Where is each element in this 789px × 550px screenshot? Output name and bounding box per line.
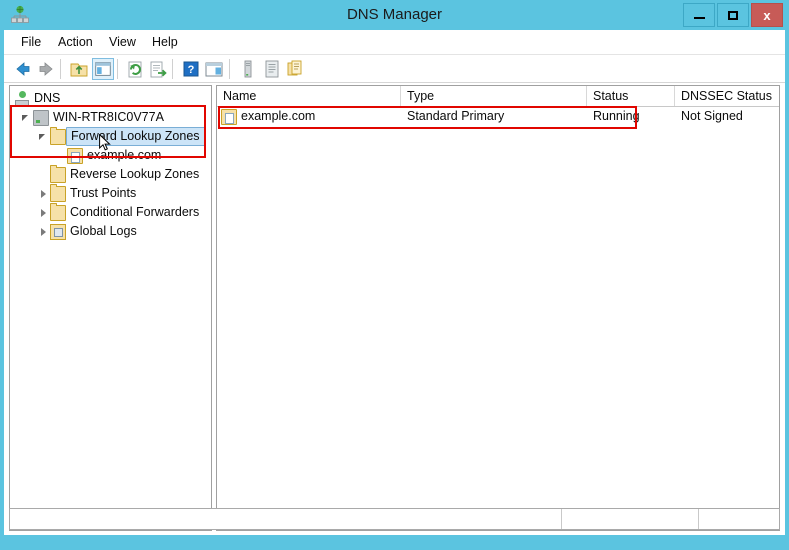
tree-node-reverse-lookup-zones[interactable]: Reverse Lookup Zones (50, 164, 200, 184)
menu-view[interactable]: View (100, 30, 145, 55)
cell-dnssec-status: Not Signed (681, 109, 743, 123)
details-list-pane[interactable]: Name Type Status DNSSEC Status example.c… (216, 85, 780, 531)
tree-node-label: Reverse Lookup Zones (70, 167, 200, 181)
column-header-name[interactable]: Name (217, 86, 401, 106)
status-bar (9, 508, 780, 530)
global-logs-icon (50, 223, 66, 240)
close-button[interactable]: x (751, 3, 783, 27)
tool-bar: ? (4, 55, 785, 83)
window-controls: x (681, 3, 783, 27)
up-folder-icon[interactable] (68, 58, 90, 80)
menu-action[interactable]: Action (49, 30, 102, 55)
export-list-icon[interactable] (147, 58, 169, 80)
title-bar: DNS Manager x (0, 0, 789, 30)
folder-icon (50, 183, 66, 202)
menu-file[interactable]: File (12, 30, 50, 55)
toolbar-separator (117, 59, 118, 79)
console-tree-pane[interactable]: DNS WIN-RTR8IC0V77A Forward Lookup Zones… (9, 85, 212, 531)
column-header-status[interactable]: Status (587, 86, 675, 106)
folder-icon (50, 202, 66, 221)
table-row[interactable]: example.com Standard Primary Running Not… (217, 106, 779, 127)
tree-node-label: WIN-RTR8IC0V77A (53, 110, 164, 124)
menu-help[interactable]: Help (143, 30, 187, 55)
back-icon[interactable] (12, 58, 34, 80)
status-pane-2 (561, 509, 698, 529)
show-hide-console-tree-icon[interactable] (92, 58, 114, 80)
maximize-icon (728, 10, 738, 20)
menu-bar: File Action View Help (4, 30, 785, 55)
tree-node-label: Trust Points (70, 186, 137, 200)
cell-type: Standard Primary (407, 109, 505, 123)
refresh-icon[interactable] (124, 58, 146, 80)
column-header-dnssec-status[interactable]: DNSSEC Status (675, 86, 779, 106)
column-header-type[interactable]: Type (401, 86, 587, 106)
tree-node-label: Forward Lookup Zones (66, 127, 205, 146)
window-title: DNS Manager (346, 6, 443, 23)
minimize-icon (693, 17, 705, 19)
server-icon (33, 109, 49, 126)
tree-node-label: Global Logs (70, 224, 137, 238)
tree-node-conditional-forwarders[interactable]: Conditional Forwarders (37, 202, 200, 222)
tree-node-forward-lookup-zones[interactable]: Forward Lookup Zones (37, 126, 205, 146)
tree-node-trust-points[interactable]: Trust Points (37, 183, 137, 203)
new-server-icon[interactable] (237, 58, 259, 80)
minimize-button[interactable] (683, 3, 715, 27)
dns-root-icon (14, 90, 30, 107)
forward-icon[interactable] (35, 58, 57, 80)
tree-node-server[interactable]: WIN-RTR8IC0V77A (20, 108, 164, 127)
dns-manager-window: DNS Manager x File Action View Help ? DN… (0, 0, 789, 550)
tree-node-label: Conditional Forwarders (70, 205, 200, 219)
tree-node-example-com[interactable]: example.com (67, 146, 161, 165)
client-area: File Action View Help ? DNS WIN-RTR8IC0V… (4, 30, 785, 535)
svg-text:?: ? (188, 64, 195, 76)
copy-icon[interactable] (284, 58, 306, 80)
toolbar-separator (172, 59, 173, 79)
maximize-button[interactable] (717, 3, 749, 27)
chevron-right-icon[interactable] (37, 225, 50, 238)
chevron-down-icon[interactable] (37, 130, 50, 143)
toolbar-separator (60, 59, 61, 79)
list-header: Name Type Status DNSSEC Status (217, 86, 779, 107)
cell-name: example.com (241, 109, 316, 123)
show-hide-action-pane-icon[interactable] (203, 58, 225, 80)
chevron-right-icon[interactable] (37, 206, 50, 219)
help-icon[interactable]: ? (180, 58, 202, 80)
folder-icon (50, 164, 66, 183)
zone-icon (67, 147, 83, 164)
folder-icon (50, 126, 66, 145)
cell-status: Running (593, 109, 640, 123)
status-pane-1 (10, 509, 561, 529)
toolbar-separator (229, 59, 230, 79)
chevron-down-icon[interactable] (20, 111, 33, 124)
tree-node-label: DNS (34, 91, 61, 105)
properties-icon[interactable] (261, 58, 283, 80)
status-pane-3 (698, 509, 779, 529)
tree-node-global-logs[interactable]: Global Logs (37, 222, 137, 241)
chevron-right-icon[interactable] (37, 187, 50, 200)
tree-node-dns[interactable]: DNS (14, 89, 60, 108)
tree-node-label: example.com (87, 148, 162, 162)
